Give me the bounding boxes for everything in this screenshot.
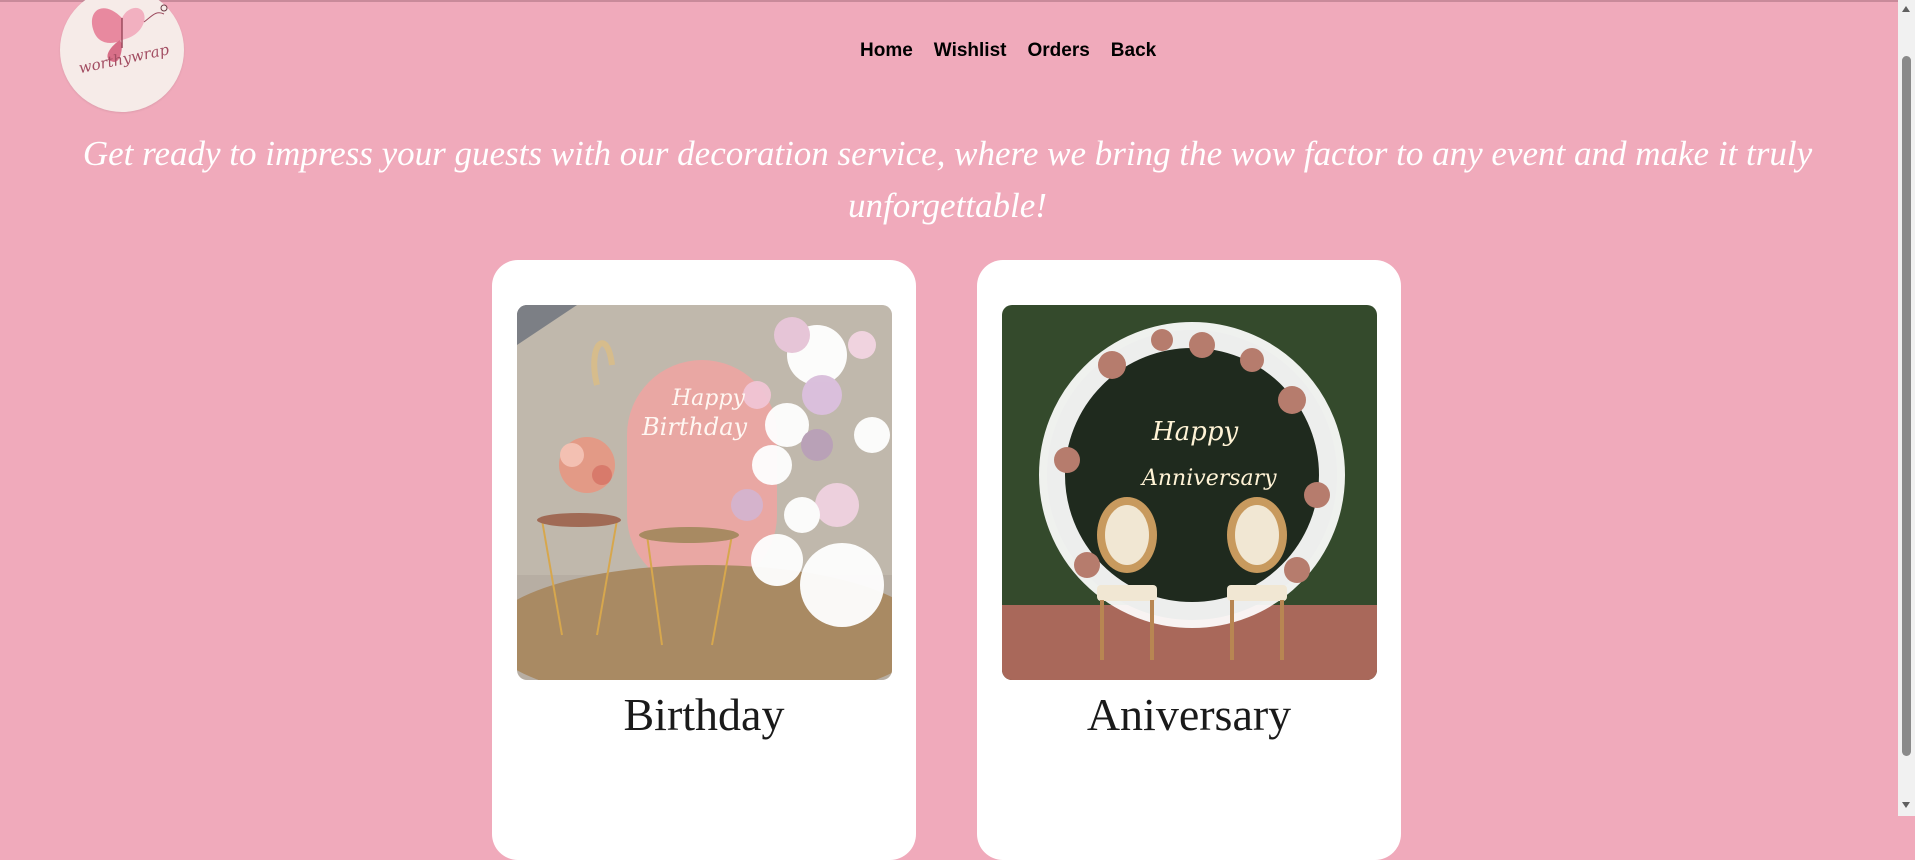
nav-back[interactable]: Back xyxy=(1111,40,1156,62)
card-birthday[interactable]: Happy Birthday Birthday xyxy=(492,260,916,860)
birthday-sign-line1: Happy xyxy=(671,386,745,411)
nav-wishlist[interactable]: Wishlist xyxy=(934,40,1007,62)
scroll-thumb[interactable] xyxy=(1902,56,1911,756)
tagline: Get ready to impress your guests with ou… xyxy=(82,134,1813,225)
birthday-decoration-image[interactable]: Happy Birthday xyxy=(517,305,892,680)
anniversary-decoration-image[interactable]: Happy Anniversary xyxy=(1002,305,1377,680)
birthday-sign-line2: Birthday xyxy=(641,413,748,441)
main-nav: Home Wishlist Orders Back xyxy=(860,40,1156,62)
card-title: Aniversary xyxy=(1086,689,1292,740)
nav-home[interactable]: Home xyxy=(860,40,913,62)
card-anniversary[interactable]: Happy Anniversary Aniversary xyxy=(977,260,1401,860)
anniversary-sign-line1: Happy xyxy=(1151,417,1238,447)
scroll-up-icon[interactable] xyxy=(1902,6,1910,12)
scroll-down-icon[interactable] xyxy=(1902,802,1910,808)
top-border xyxy=(0,0,1898,2)
card-title: Birthday xyxy=(623,689,785,740)
nav-orders[interactable]: Orders xyxy=(1027,40,1089,62)
brand-logo[interactable]: worthywrap xyxy=(60,0,184,112)
vertical-scrollbar[interactable] xyxy=(1898,0,1915,816)
anniversary-sign-line2: Anniversary xyxy=(1140,466,1277,491)
